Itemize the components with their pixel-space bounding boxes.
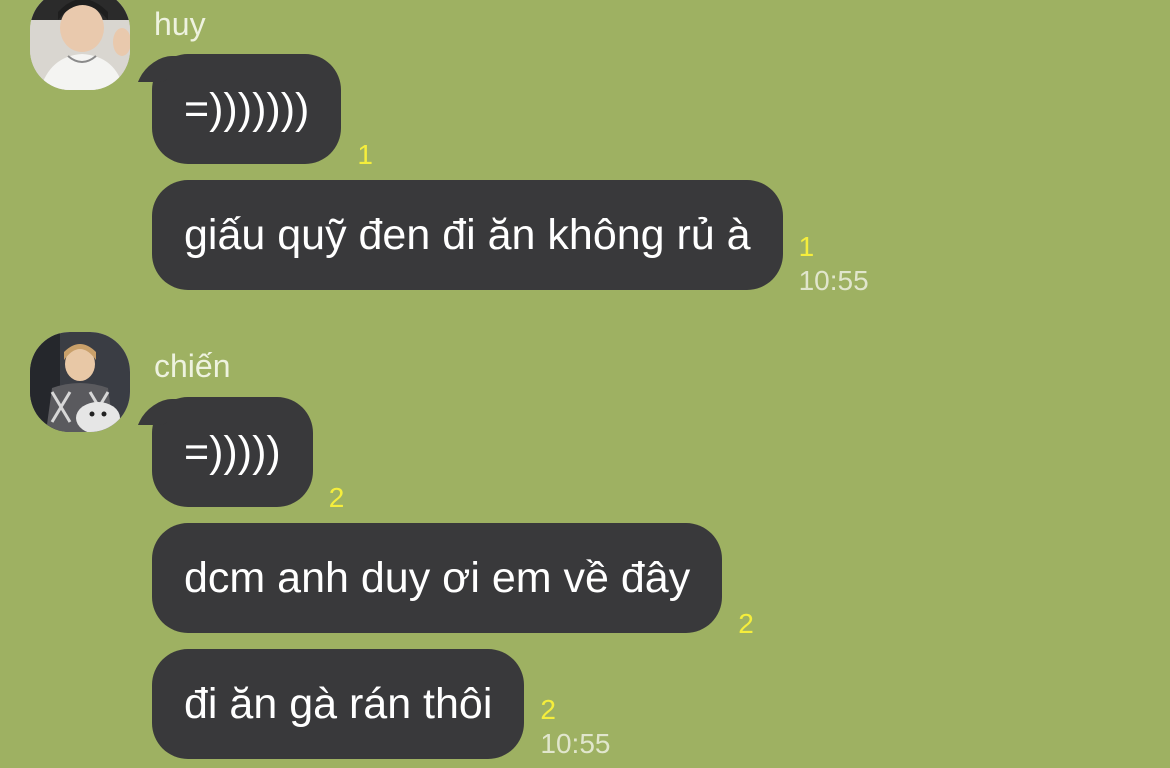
message-bubble[interactable]: giấu quỹ đen đi ăn không rủ à: [152, 180, 783, 290]
timestamp: 10:55: [798, 265, 869, 296]
message-meta: 1 10:55: [799, 230, 869, 298]
message-bubble[interactable]: =))))): [152, 397, 313, 507]
read-count: 1: [798, 231, 815, 262]
message-row: =))))))) 1: [152, 54, 373, 170]
avatar-chien[interactable]: [30, 332, 130, 432]
message-bubble[interactable]: =))))))): [152, 54, 342, 164]
sender-name: chiến: [154, 348, 231, 384]
sender-name: huy: [154, 6, 206, 42]
timestamp: 10:55: [540, 728, 611, 759]
message-meta: 2: [329, 481, 345, 515]
message-meta: 1: [357, 138, 373, 172]
message-bubble[interactable]: dcm anh duy ơi em về đây: [152, 523, 723, 633]
avatar-photo-chien: [30, 332, 130, 432]
avatar-huy[interactable]: [30, 0, 130, 90]
read-count: 2: [738, 608, 754, 639]
message-meta: 2 10:55: [540, 693, 610, 761]
read-count: 2: [328, 482, 345, 513]
message-row: giấu quỹ đen đi ăn không rủ à 1 10:55: [152, 180, 869, 296]
read-count: 2: [540, 694, 556, 725]
read-count: 1: [357, 139, 373, 170]
message-row: dcm anh duy ơi em về đây 2: [152, 523, 754, 639]
chat-thread[interactable]: huy =))))))) 1 giấu quỹ đen đi ăn không …: [0, 0, 1170, 768]
message-bubble[interactable]: đi ăn gà rán thôi: [152, 649, 525, 759]
message-row: =))))) 2: [152, 397, 344, 513]
avatar-photo-huy: [30, 0, 130, 90]
message-row: đi ăn gà rán thôi 2 10:55: [152, 649, 610, 759]
message-meta: 2: [738, 607, 754, 641]
